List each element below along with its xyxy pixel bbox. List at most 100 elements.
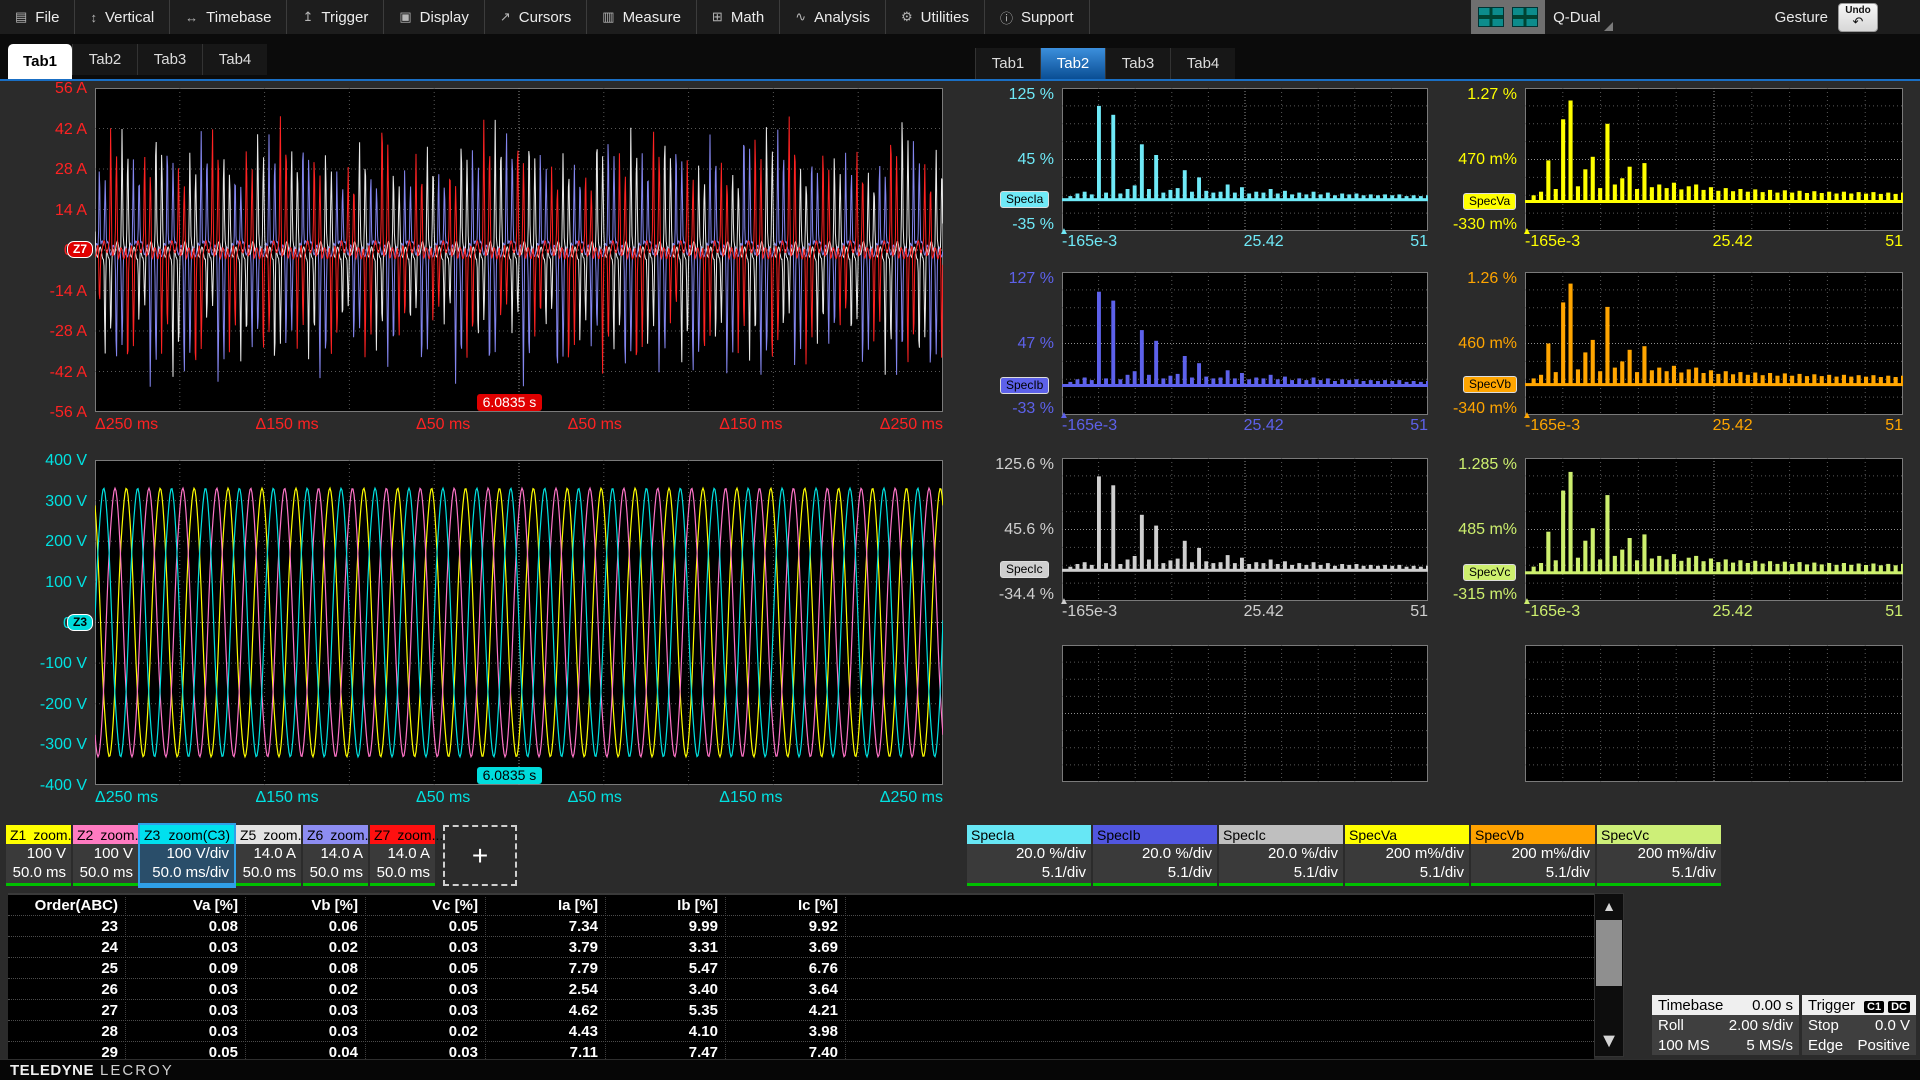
table-cell: 4.62 <box>486 1002 606 1019</box>
current-zoom-pane-cursor-delta: Δ150 ms <box>719 416 782 434</box>
horizontal-arrows-icon: ↔ <box>185 10 198 25</box>
qdual-mode-label[interactable]: Q-Dual <box>1545 0 1615 34</box>
SpecVc-label-badge[interactable]: SpecVc <box>1463 564 1516 581</box>
SpecIa-bar <box>1426 195 1428 200</box>
SpecVa-bar <box>1812 191 1816 201</box>
scroll-up-icon[interactable]: ▲ <box>1595 894 1623 918</box>
SpecVb-bar <box>1709 370 1713 384</box>
SpecVb-bar <box>1820 376 1824 385</box>
right-tab-tab4[interactable]: Tab4 <box>1170 48 1235 79</box>
SpecIc-label-badge[interactable]: SpecIc <box>1000 561 1049 578</box>
SpecVc-bar <box>1724 559 1728 572</box>
SpecIb-bar <box>1426 381 1428 386</box>
SpecIa-bar <box>1333 195 1337 200</box>
descriptor-name: SpecIa <box>971 827 1015 843</box>
left-tab-tab2[interactable]: Tab2 <box>72 44 137 75</box>
descriptor-z3[interactable]: Z3zoom(C3)100 V/div50.0 ms/div <box>140 825 234 886</box>
right-tab-tab2[interactable]: Tab2 <box>1040 48 1105 79</box>
left-tab-tab4[interactable]: Tab4 <box>202 44 267 75</box>
menu-item-cursors[interactable]: ↗Cursors <box>485 0 587 34</box>
SpecIc-bar <box>1262 563 1266 570</box>
descriptor-line2: 50.0 ms <box>78 863 133 882</box>
add-trace-button[interactable]: + <box>443 825 517 886</box>
menu-item-support[interactable]: ⓘSupport <box>985 0 1090 34</box>
SpecIc-bar <box>1083 562 1087 570</box>
SpecVb-bar <box>1628 350 1632 385</box>
menu-item-label: Vertical <box>105 9 154 26</box>
SpecVa-bar <box>1864 194 1868 202</box>
timebase-box[interactable]: Timebase 0.00 s Roll2.00 s/div100 MS5 MS… <box>1652 995 1799 1055</box>
right-tab-tab3[interactable]: Tab3 <box>1105 48 1170 79</box>
undo-arrow-icon: ↶ <box>1853 15 1864 28</box>
display-grid-icon[interactable] <box>1512 7 1538 27</box>
right-tab-tab1[interactable]: Tab1 <box>975 48 1040 79</box>
SpecVa-label-badge[interactable]: SpecVa <box>1463 193 1516 210</box>
table-cell: 9.99 <box>606 918 726 935</box>
table-cell: 0.04 <box>246 1044 366 1061</box>
descriptor-specvb[interactable]: SpecVb200 m%/div5.1/div <box>1471 825 1595 886</box>
SpecIc-bar <box>1254 562 1258 570</box>
menu-item-utilities[interactable]: ⚙Utilities <box>886 0 985 34</box>
descriptor-specia[interactable]: SpecIa20.0 %/div5.1/div <box>967 825 1091 886</box>
SpecIc-bar <box>1140 515 1144 570</box>
descriptor-specva[interactable]: SpecVa200 m%/div5.1/div <box>1345 825 1469 886</box>
descriptor-values: 14.0 A50.0 ms <box>236 844 301 882</box>
table-scrollbar[interactable]: ▲ ▼ <box>1594 893 1624 1057</box>
SpecIc-bar <box>1233 563 1237 570</box>
SpecVc-bar <box>1650 559 1654 573</box>
menu-item-file[interactable]: ▤File <box>0 0 75 34</box>
SpecIa-label-badge[interactable]: SpecIa <box>1000 191 1049 208</box>
menu-item-trigger[interactable]: ↥Trigger <box>287 0 384 34</box>
SpecIb-label-badge[interactable]: SpecIb <box>1000 377 1049 394</box>
SpecIc-bar <box>1362 566 1366 571</box>
scroll-down-icon[interactable]: ▼ <box>1595 1026 1623 1056</box>
descriptor-specvc[interactable]: SpecVc200 m%/div5.1/div <box>1597 825 1721 886</box>
SpecIa-bar <box>1383 194 1387 199</box>
left-tab-tab3[interactable]: Tab3 <box>137 44 202 75</box>
SpecVb-label-badge[interactable]: SpecVb <box>1463 376 1517 393</box>
harmonics-table: Order(ABC)Va [%]Vb [%]Vc [%]Ia [%]Ib [%]… <box>8 893 1594 1059</box>
descriptor-header: Z3zoom(C3) <box>140 825 234 844</box>
menu-item-measure[interactable]: ▥Measure <box>587 0 697 34</box>
trigger-title: Trigger <box>1808 997 1855 1014</box>
SpecIa-bar <box>1312 192 1316 200</box>
SpecVc-bar <box>1768 561 1772 573</box>
SpecIb-bar <box>1147 375 1151 386</box>
SpecVc-x-tick: 25.42 <box>1713 603 1753 621</box>
trigger-badges: C1DC <box>1860 997 1910 1014</box>
descriptor-specic[interactable]: SpecIc20.0 %/div5.1/div <box>1219 825 1343 886</box>
voltage-zoom-pane-y-tick: -300 V <box>3 736 87 753</box>
descriptor-z5[interactable]: Z5zoom...14.0 A50.0 ms <box>236 825 301 886</box>
menu-item-math[interactable]: ⊞Math <box>697 0 780 34</box>
menu-item-vertical[interactable]: ↕Vertical <box>75 0 170 34</box>
undo-button[interactable]: Undo ↶ <box>1838 3 1878 32</box>
descriptor-z6[interactable]: Z6zoom...14.0 A50.0 ms <box>303 825 368 886</box>
descriptor-z1[interactable]: Z1zoom...100 V50.0 ms <box>6 825 71 886</box>
menu-item-display[interactable]: ▣Display <box>384 0 484 34</box>
menu-item-timebase[interactable]: ↔Timebase <box>170 0 287 34</box>
timebase-value: 2.00 s/div <box>1729 1017 1793 1034</box>
menu-item-analysis[interactable]: ∿Analysis <box>780 0 886 34</box>
SpecIc-bar <box>1247 564 1251 570</box>
descriptor-specib[interactable]: SpecIb20.0 %/div5.1/div <box>1093 825 1217 886</box>
voltage-zoom-pane-zoom-badge[interactable]: Z3 <box>67 614 93 631</box>
SpecIb-y-tick: 47 % <box>962 335 1054 352</box>
scrollbar-thumb[interactable] <box>1596 920 1622 986</box>
descriptor-z7[interactable]: Z7zoom...14.0 A50.0 ms <box>370 825 435 886</box>
voltage-zoom-pane-cursor-delta: Δ50 ms <box>568 789 622 807</box>
trigger-box[interactable]: Trigger C1DC Stop0.0 VEdgePositive <box>1802 995 1916 1055</box>
SpecIb-bar <box>1126 375 1130 386</box>
table-cell: 7.40 <box>726 1044 846 1061</box>
descriptor-z2[interactable]: Z2zoom...100 V50.0 ms <box>73 825 138 886</box>
SpecVa-bar <box>1724 188 1728 201</box>
SpecIa-bar <box>1190 192 1194 200</box>
current-zoom-pane-zoom-badge[interactable]: Z7 <box>67 241 93 258</box>
left-tab-tab1[interactable]: Tab1 <box>8 44 72 79</box>
SpecVc-bar <box>1827 563 1831 573</box>
SpecIc-bar <box>1355 564 1359 570</box>
SpecVb-bar <box>1894 377 1898 385</box>
table-cell: 0.03 <box>246 1002 366 1019</box>
SpecIa-bar <box>1340 194 1344 200</box>
descriptor-line2: 50.0 ms <box>375 863 430 882</box>
display-grid-icon[interactable] <box>1478 7 1504 27</box>
